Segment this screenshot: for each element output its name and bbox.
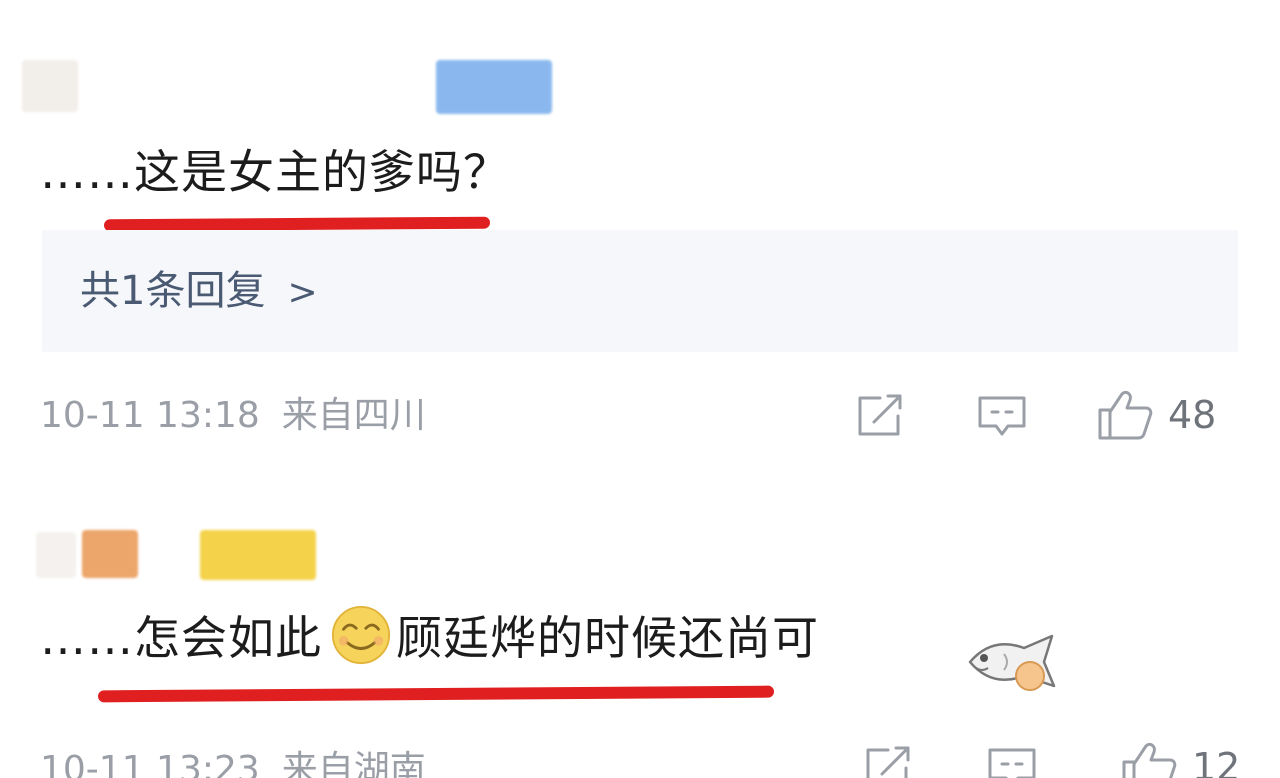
reply-button[interactable]: [976, 392, 1028, 440]
share-icon: [866, 746, 910, 778]
comment-meta: 10-11 13:18 来自四川: [40, 392, 426, 440]
username-redacted[interactable]: [436, 60, 552, 114]
thumbs-up-icon: [1122, 742, 1177, 778]
comment-meta: 10-11 13:23 来自湖南: [40, 746, 426, 778]
share-button[interactable]: [854, 392, 906, 440]
comment-text: ……这是女主的爹吗？: [40, 145, 510, 199]
share-button[interactable]: [862, 744, 914, 778]
avatar[interactable]: [36, 532, 76, 578]
share-icon: [858, 394, 902, 436]
chevron-right-icon: >: [287, 272, 318, 313]
reply-summary-label: 共1条回复: [80, 268, 266, 314]
avatar[interactable]: [22, 60, 78, 112]
timestamp: 10-11 13:23: [40, 749, 260, 778]
comment-icon: [988, 748, 1036, 778]
thumbs-up-icon: [1098, 390, 1153, 440]
reply-button[interactable]: [986, 744, 1038, 778]
fish-emoji-icon: [968, 634, 1056, 691]
like-count: 48: [1168, 393, 1217, 437]
reply-summary-link[interactable]: 共1条回复 >: [80, 264, 318, 320]
like-button[interactable]: 48: [1096, 388, 1216, 442]
smirk-emoji-icon: [331, 605, 391, 665]
like-count: 12: [1192, 745, 1241, 778]
red-underline-annotation: [97, 685, 775, 703]
weibo-comment-thread: ……这是女主的爹吗？ 共1条回复 > 10-11 13:18 来自四川 48 ……: [0, 0, 1280, 778]
location: 来自四川: [281, 395, 426, 436]
comment-icon: [978, 396, 1026, 436]
location: 来自湖南: [281, 749, 426, 778]
comment-text-part-2: 顾廷烨的时候还尚可: [396, 611, 819, 665]
username-redacted[interactable]: [200, 530, 316, 580]
like-button[interactable]: 12: [1120, 740, 1240, 778]
reply-summary-box[interactable]: 共1条回复 >: [42, 230, 1238, 352]
comment-text: ……怎会如此 顾廷烨的时候还尚可: [40, 604, 819, 668]
timestamp: 10-11 13:18: [40, 395, 260, 436]
user-badge-redacted: [82, 530, 138, 578]
comment-text-part-1: ……怎会如此: [40, 611, 322, 665]
